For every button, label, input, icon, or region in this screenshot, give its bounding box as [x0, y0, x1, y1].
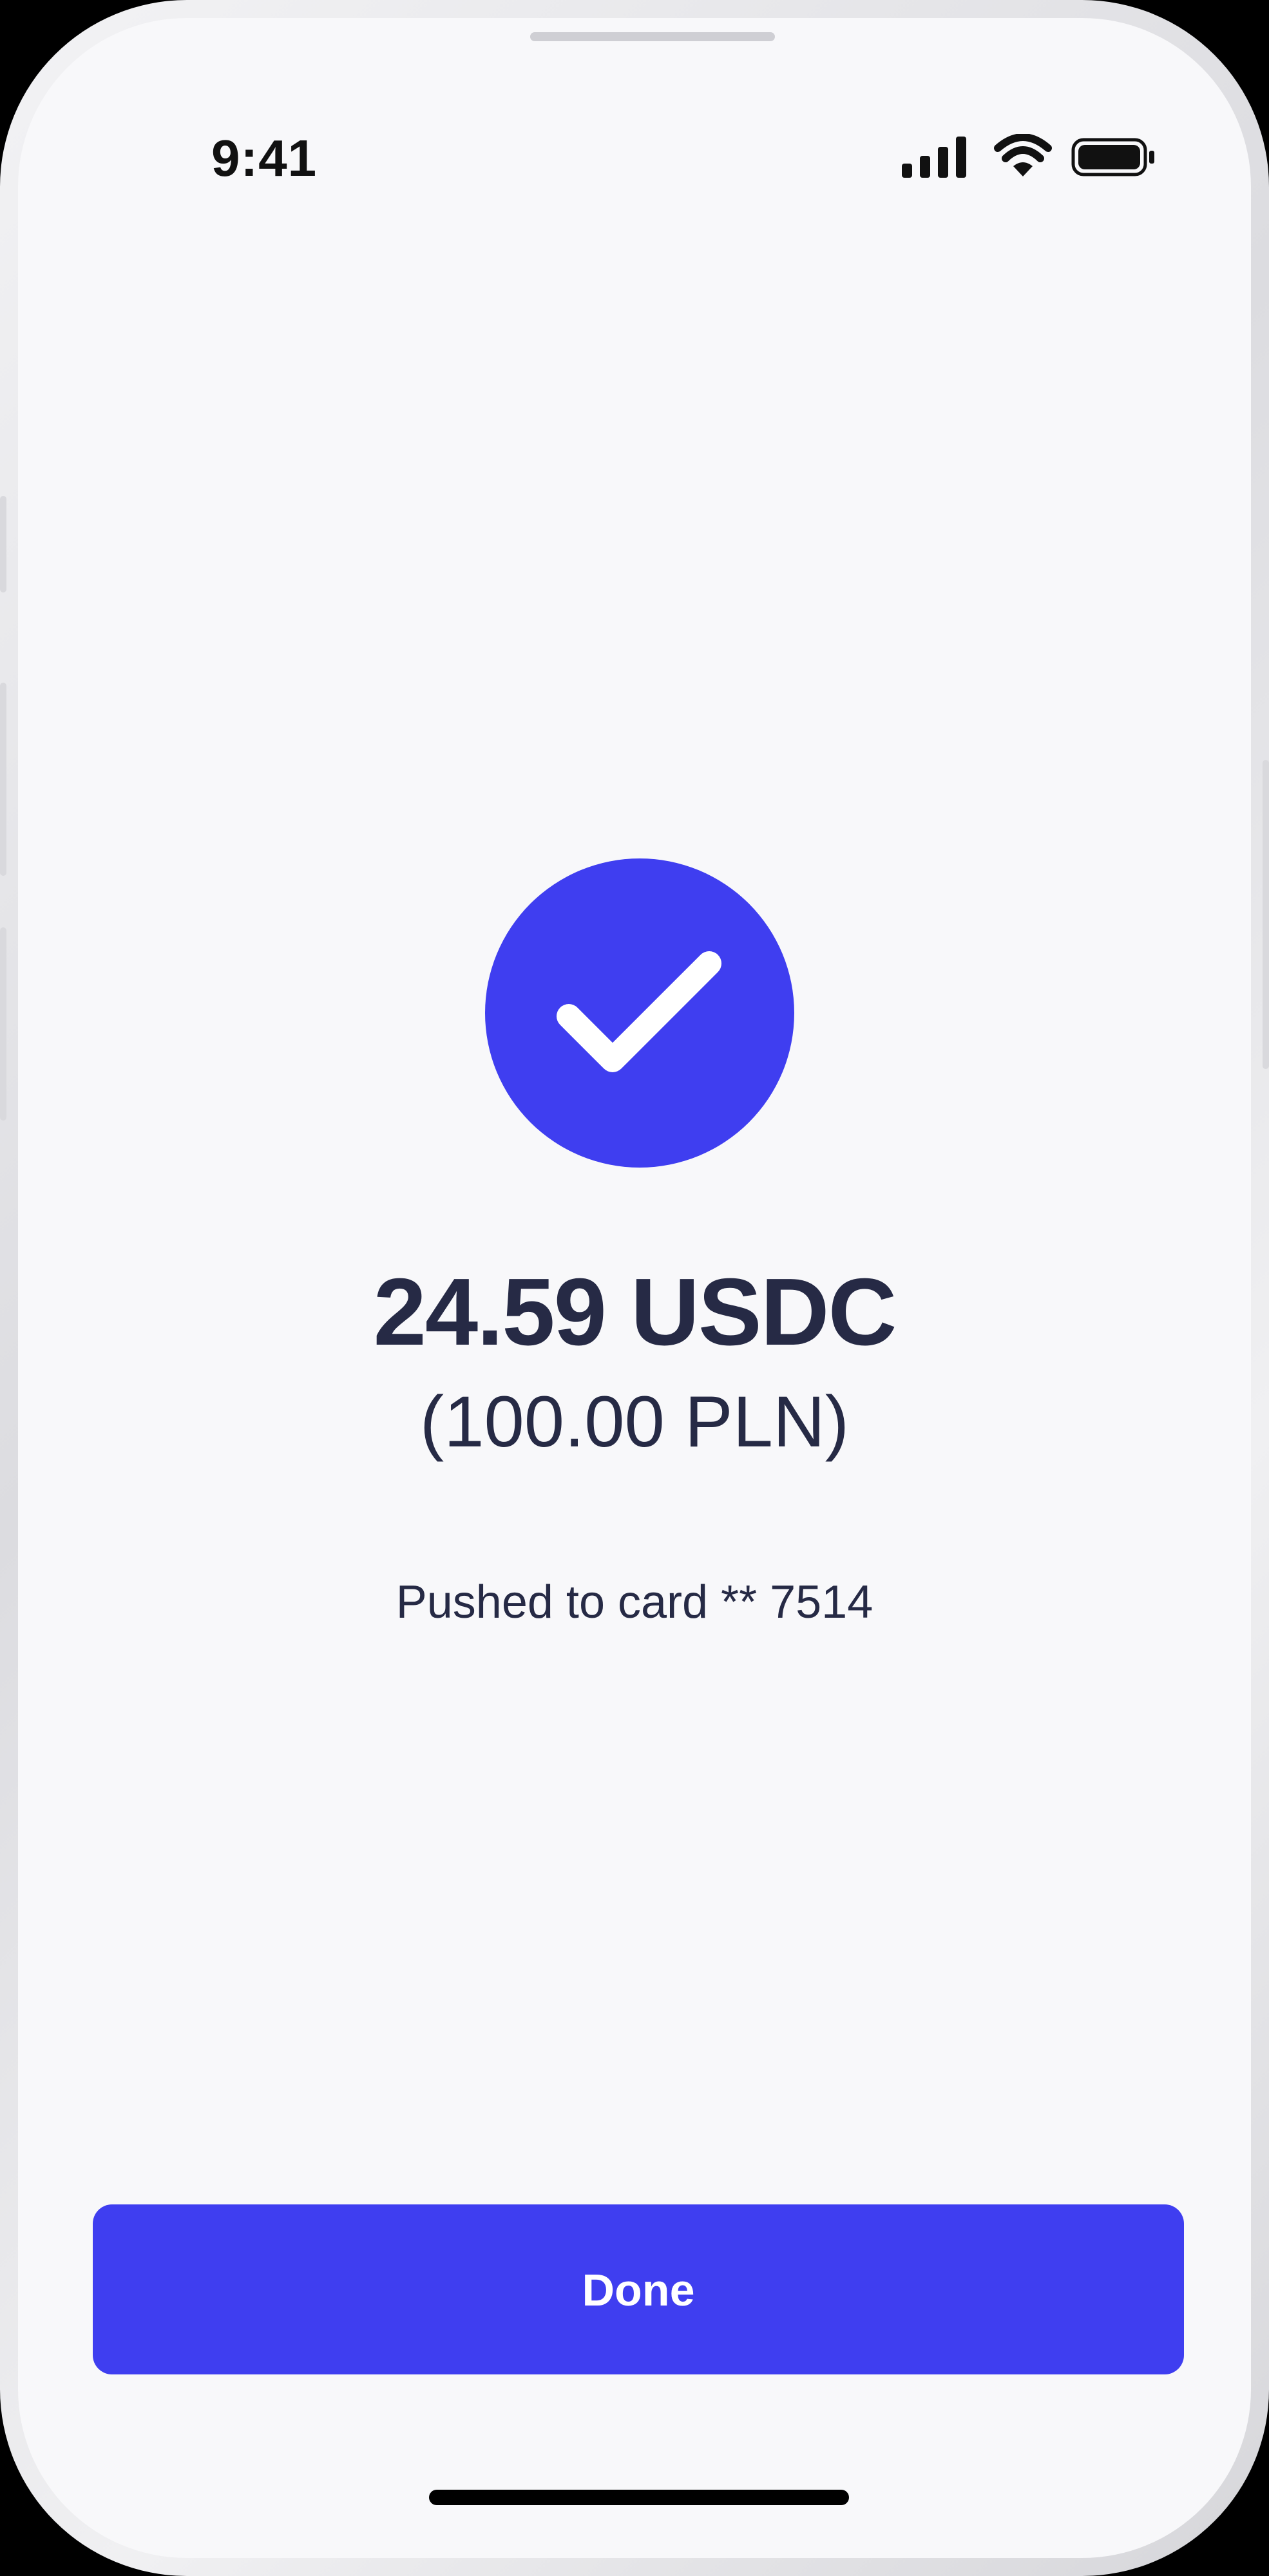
- status-time: 9:41: [211, 129, 318, 187]
- battery-icon: [1071, 138, 1158, 176]
- home-indicator[interactable]: [429, 2490, 849, 2505]
- crypto-amount: 24.59 USDC: [373, 1259, 897, 1365]
- volume-down-button: [0, 927, 6, 1121]
- cellular-signal-icon: [901, 134, 971, 179]
- mute-switch: [0, 496, 6, 592]
- wifi-icon: [994, 133, 1052, 179]
- app-screen: 9:41 24.59 USDC (100.00 PLN) Pushed to c…: [18, 18, 1251, 2558]
- status-icons: [901, 133, 1158, 185]
- fiat-amount: (100.00 PLN): [419, 1381, 850, 1462]
- transfer-status-message: Pushed to card ** 7514: [396, 1577, 873, 1628]
- device-frame: 9:41 24.59 USDC (100.00 PLN) Pushed to c…: [0, 0, 1269, 2576]
- power-button: [1263, 760, 1269, 1069]
- checkmark-icon: [557, 951, 721, 1072]
- volume-up-button: [0, 683, 6, 876]
- success-badge: [485, 858, 794, 1168]
- speaker-grille: [530, 32, 775, 41]
- done-button[interactable]: Done: [93, 2204, 1184, 2374]
